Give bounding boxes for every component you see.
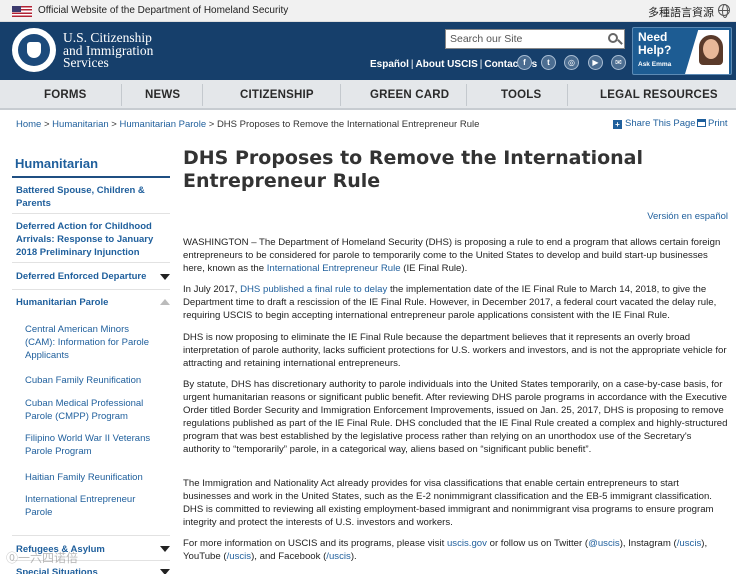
paragraph-2: In July 2017, DHS published a final rule… bbox=[183, 284, 717, 321]
search-icon[interactable] bbox=[608, 33, 618, 43]
sidebar-item-humanitarian-parole[interactable]: Humanitarian Parole bbox=[16, 296, 108, 309]
share-this-page-link[interactable]: + Share This Page bbox=[613, 118, 696, 129]
sidebar-subitem-cuban-family[interactable]: Cuban Family Reunification bbox=[25, 374, 141, 387]
nav-green-card[interactable]: GREEN CARD bbox=[370, 89, 449, 101]
paragraph-6: For more information on USCIS and its pr… bbox=[183, 538, 708, 562]
us-flag-icon bbox=[12, 6, 32, 17]
ask-emma-label: Ask Emma bbox=[638, 61, 672, 68]
share-label: Share This Page bbox=[625, 118, 696, 129]
nav-citizenship[interactable]: CITIZENSHIP bbox=[240, 89, 314, 101]
chevron-down-icon[interactable] bbox=[160, 546, 170, 552]
uscis-gov-link[interactable]: uscis.gov bbox=[447, 538, 487, 549]
facebook-link[interactable]: /uscis bbox=[326, 551, 351, 562]
breadcrumb-home[interactable]: Home bbox=[16, 119, 41, 130]
need-help-line-2: Help? bbox=[638, 43, 672, 57]
chevron-down-icon[interactable] bbox=[160, 569, 170, 574]
breadcrumb: Home > Humanitarian > Humanitarian Parol… bbox=[16, 119, 480, 130]
final-rule-delay-link[interactable]: DHS published a final rule to delay bbox=[240, 284, 387, 295]
header-links: Español | About USCIS | Contact Us bbox=[370, 59, 538, 70]
facebook-icon[interactable]: f bbox=[517, 55, 532, 70]
instagram-icon[interactable]: ◎ bbox=[564, 55, 579, 70]
sidebar-item-daca[interactable]: Deferred Action for Childhood Arrivals: … bbox=[16, 220, 153, 259]
spanish-version-link[interactable]: Versión en español bbox=[647, 211, 728, 222]
sidebar-item-special-situations[interactable]: Special Situations bbox=[16, 566, 98, 574]
paragraph-4: By statute, DHS has discretionary author… bbox=[183, 379, 728, 455]
breadcrumb-humanitarian[interactable]: Humanitarian bbox=[52, 119, 109, 130]
sidebar-item-battered-spouse[interactable]: Battered Spouse, Children & Parents bbox=[16, 184, 145, 210]
site-search bbox=[445, 29, 625, 49]
ask-emma-button[interactable]: Need Help? Ask Emma bbox=[632, 27, 732, 75]
breadcrumb-current: DHS Proposes to Remove the International… bbox=[216, 119, 480, 130]
watermark: ⓪一六四诺倍 bbox=[6, 551, 79, 565]
instagram-link[interactable]: /uscis bbox=[677, 538, 702, 549]
nav-tools[interactable]: TOOLS bbox=[501, 89, 541, 101]
official-website-text: Official Website of the Department of Ho… bbox=[38, 5, 289, 16]
paragraph-5: The Immigration and Nationality Act alre… bbox=[183, 478, 714, 528]
espanol-link[interactable]: Español bbox=[370, 59, 409, 70]
nav-legal-resources[interactable]: LEGAL RESOURCES bbox=[600, 89, 718, 101]
youtube-link[interactable]: /uscis bbox=[227, 551, 252, 562]
twitter-icon[interactable]: t bbox=[541, 55, 556, 70]
ie-rule-link[interactable]: International Entrepreneur Rule bbox=[267, 263, 401, 274]
chevron-down-icon[interactable] bbox=[160, 274, 170, 280]
official-banner: Official Website of the Department of Ho… bbox=[0, 0, 736, 22]
twitter-link[interactable]: @uscis bbox=[588, 538, 620, 549]
paragraph-3: DHS is now proposing to eliminate the IE… bbox=[183, 332, 727, 369]
sidebar-subitem-international-entrepreneur[interactable]: International Entrepreneur Parole bbox=[25, 493, 135, 519]
email-icon[interactable]: ✉ bbox=[611, 55, 626, 70]
sidebar-item-deferred-enforced-departure[interactable]: Deferred Enforced Departure bbox=[16, 270, 146, 283]
about-uscis-link[interactable]: About USCIS bbox=[416, 59, 478, 70]
paragraph-1: WASHINGTON – The Department of Homeland … bbox=[183, 237, 721, 274]
page-title: DHS Proposes to Remove the International… bbox=[183, 147, 643, 192]
print-label: Print bbox=[708, 118, 728, 129]
youtube-icon[interactable]: ▶ bbox=[588, 55, 603, 70]
globe-icon[interactable] bbox=[718, 4, 730, 18]
sidebar-subitem-cam[interactable]: Central American Minors (CAM): Informati… bbox=[25, 323, 149, 362]
breadcrumb-humanitarian-parole[interactable]: Humanitarian Parole bbox=[120, 119, 207, 130]
print-link[interactable]: Print bbox=[697, 118, 728, 129]
site-header: U.S. Citizenship and Immigration Service… bbox=[0, 22, 736, 80]
sidebar-title[interactable]: Humanitarian bbox=[15, 156, 98, 171]
brand-line-3: Services bbox=[63, 55, 109, 70]
nav-forms[interactable]: FORMS bbox=[44, 89, 87, 101]
sidebar-subitem-haitian-family[interactable]: Haitian Family Reunification bbox=[25, 471, 143, 484]
dhs-seal-logo[interactable] bbox=[12, 28, 56, 72]
sidebar-subitem-cmpp[interactable]: Cuban Medical Professional Parole (CMPP)… bbox=[25, 397, 143, 423]
sidebar-subitem-filipino-wwii[interactable]: Filipino World War II Veterans Parole Pr… bbox=[25, 432, 150, 458]
search-input[interactable] bbox=[446, 30, 604, 48]
main-nav: FORMS NEWS CITIZENSHIP GREEN CARD TOOLS … bbox=[0, 80, 736, 110]
multilingual-resources-link[interactable]: 多種語言資源 bbox=[648, 4, 714, 20]
emma-avatar bbox=[685, 30, 729, 74]
uscis-brand[interactable]: U.S. Citizenship and Immigration Service… bbox=[63, 31, 153, 70]
chevron-up-icon[interactable] bbox=[160, 299, 170, 305]
printer-icon bbox=[697, 119, 706, 127]
plus-icon: + bbox=[613, 120, 622, 129]
nav-news[interactable]: NEWS bbox=[145, 89, 180, 101]
